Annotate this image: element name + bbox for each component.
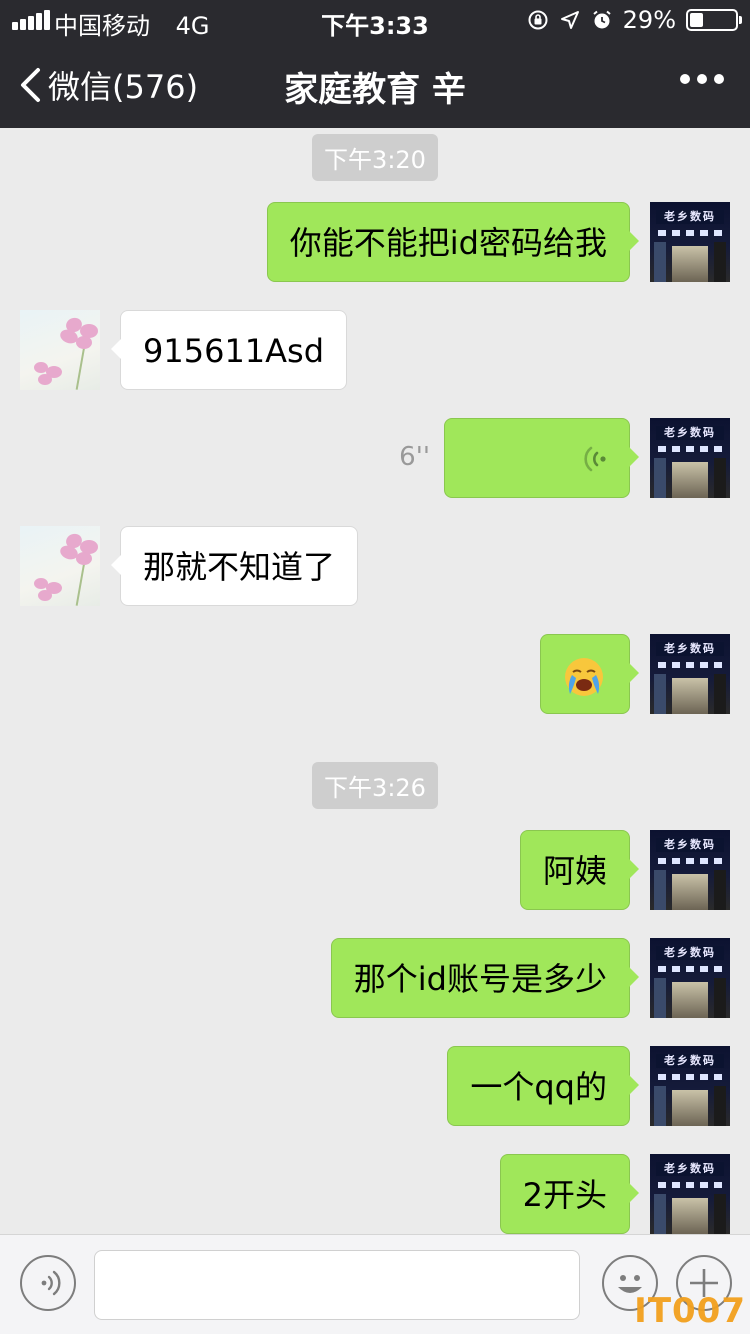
battery-percent: 29%	[622, 6, 676, 34]
avatar-sign-text: 老乡数码	[656, 1054, 724, 1068]
voice-input-button[interactable]	[20, 1255, 76, 1311]
message-bubble[interactable]: 你能不能把id密码给我	[266, 202, 640, 282]
message-bubble[interactable]: 2开头	[499, 1154, 640, 1234]
message-row: 你能不能把id密码给我 老乡数码	[0, 202, 750, 282]
battery-icon	[686, 9, 742, 31]
avatar[interactable]: 老乡数码	[650, 1154, 730, 1234]
loudly-crying-face-icon	[565, 658, 603, 696]
message-input[interactable]	[94, 1250, 580, 1320]
message-row: 那个id账号是多少 老乡数码	[0, 938, 750, 1018]
avatar-sign-text: 老乡数码	[656, 426, 724, 440]
avatar-sign-text: 老乡数码	[656, 838, 724, 852]
chevron-left-icon	[21, 68, 40, 102]
message-row: 915611Asd	[0, 310, 750, 390]
orientation-lock-icon	[528, 10, 548, 30]
avatar[interactable]	[20, 310, 100, 390]
message-row: 一个qq的 老乡数码	[0, 1046, 750, 1126]
avatar-sign-text: 老乡数码	[656, 1162, 724, 1176]
voice-icon	[41, 1270, 61, 1296]
message-row: 那就不知道了	[0, 526, 750, 606]
message-bubble[interactable]: 那就不知道了	[110, 526, 359, 606]
avatar[interactable]: 老乡数码	[650, 418, 730, 498]
alarm-icon	[593, 10, 611, 29]
message-row: 老乡数码	[0, 634, 750, 714]
message-list[interactable]: 下午3:20 你能不能把id密码给我 老乡数码 915611Asd 6'' 老乡…	[0, 128, 750, 1234]
message-row: 6'' 老乡数码	[0, 418, 750, 498]
avatar[interactable]: 老乡数码	[650, 938, 730, 1018]
status-indicators: 29%	[527, 6, 742, 34]
avatar[interactable]: 老乡数码	[650, 202, 730, 282]
message-bubble[interactable]: 那个id账号是多少	[330, 938, 640, 1018]
top-bar: 中国移动 4G 下午3:33 29% 微信(576) 家庭教育 辛	[0, 0, 750, 128]
avatar-sign-text: 老乡数码	[656, 946, 724, 960]
message-bubble[interactable]: 阿姨	[519, 830, 640, 910]
timestamp-label: 下午3:26	[312, 762, 438, 809]
input-bar: IT007	[0, 1234, 750, 1334]
voice-message-bubble[interactable]	[444, 418, 639, 498]
timestamp: 下午3:20	[0, 134, 750, 181]
back-button[interactable]: 微信(576)	[18, 62, 198, 108]
voice-wave-icon	[584, 446, 606, 472]
emoji-message-bubble[interactable]	[540, 634, 639, 714]
avatar-sign-text: 老乡数码	[656, 642, 724, 656]
back-label: 微信(576)	[48, 68, 199, 106]
timestamp-label: 下午3:20	[312, 134, 438, 181]
message-row: 2开头 老乡数码	[0, 1154, 750, 1234]
avatar-sign-text: 老乡数码	[656, 210, 724, 224]
message-bubble[interactable]: 915611Asd	[110, 310, 348, 390]
avatar[interactable]	[20, 526, 100, 606]
message-bubble[interactable]: 一个qq的	[447, 1046, 639, 1126]
nav-bar: 微信(576) 家庭教育 辛	[0, 40, 750, 128]
voice-duration: 6''	[399, 442, 430, 472]
avatar[interactable]: 老乡数码	[650, 634, 730, 714]
avatar[interactable]: 老乡数码	[650, 1046, 730, 1126]
timestamp: 下午3:26	[0, 762, 750, 809]
avatar[interactable]: 老乡数码	[650, 830, 730, 910]
status-bar: 中国移动 4G 下午3:33 29%	[0, 0, 750, 40]
wechat-chat-screen: 中国移动 4G 下午3:33 29% 微信(576) 家庭教育 辛 下午3:20…	[0, 0, 750, 1334]
message-row: 阿姨 老乡数码	[0, 830, 750, 910]
more-icon[interactable]	[680, 74, 724, 84]
location-arrow-icon	[560, 11, 579, 29]
watermark-logo: IT007	[634, 1291, 746, 1331]
